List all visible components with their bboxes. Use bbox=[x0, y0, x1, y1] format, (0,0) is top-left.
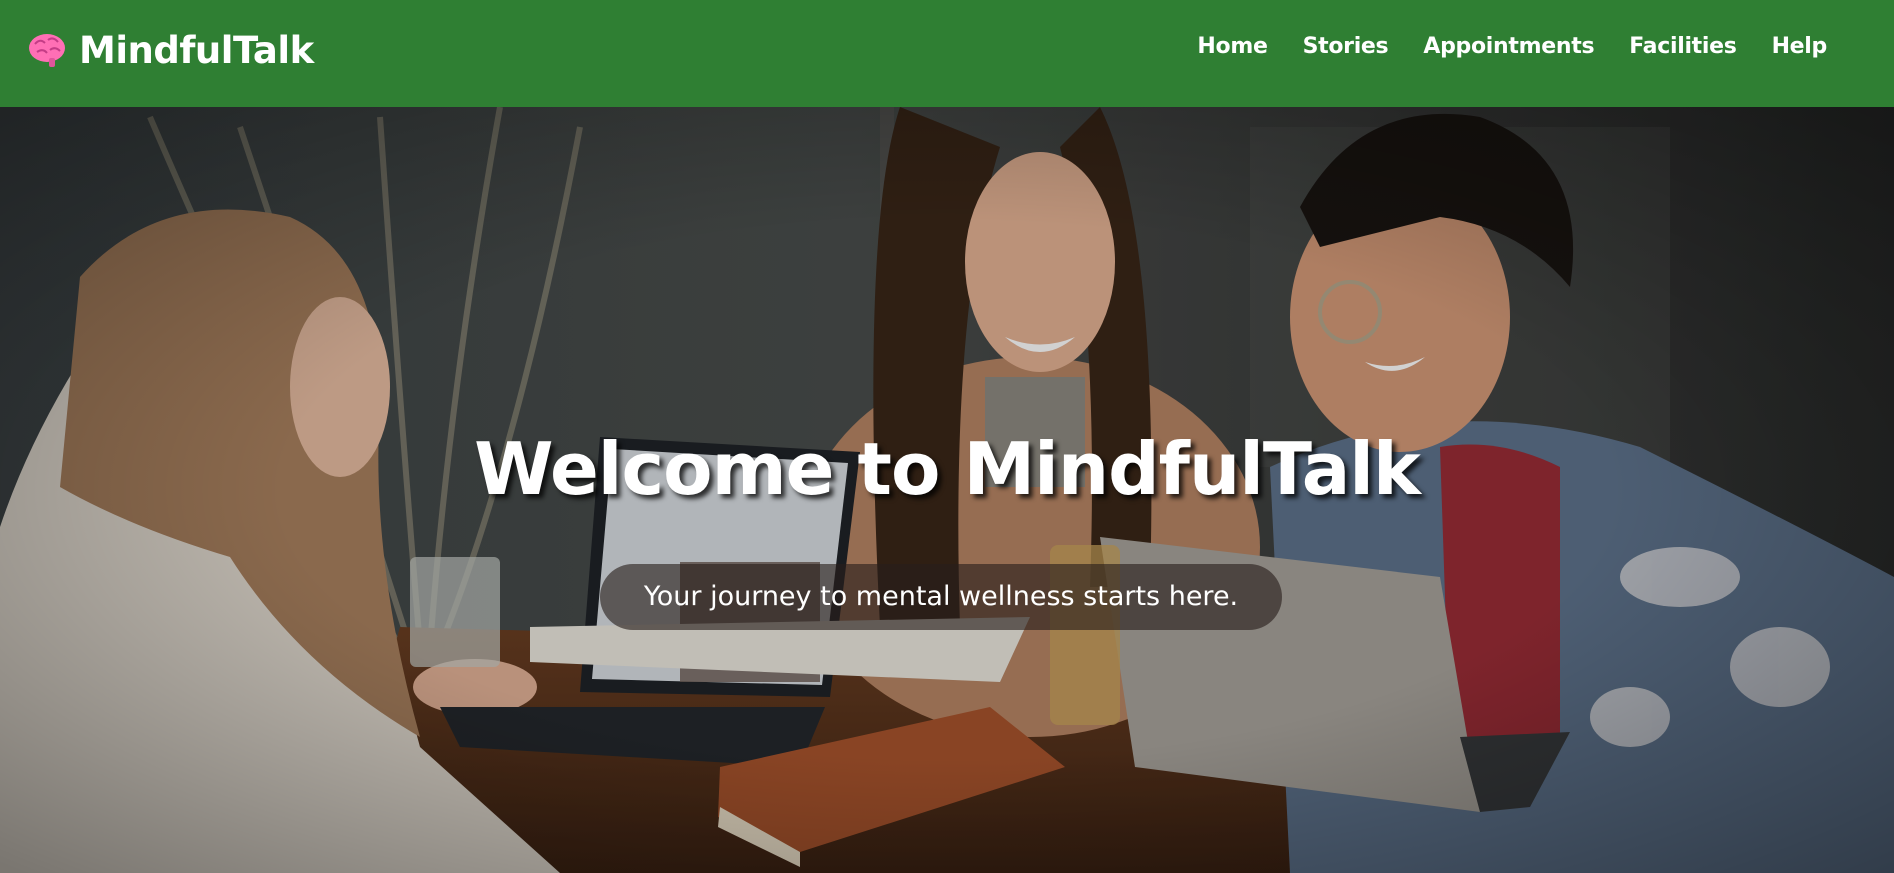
nav-appointments[interactable]: Appointments bbox=[1423, 34, 1594, 59]
nav-help[interactable]: Help bbox=[1772, 34, 1828, 59]
hero-banner: Welcome to MindfulTalk Your journey to m… bbox=[0, 107, 1894, 873]
top-navbar: MindfulTalk Home Stories Appointments Fa… bbox=[0, 0, 1894, 107]
nav-facilities[interactable]: Facilities bbox=[1629, 34, 1737, 59]
brain-icon bbox=[27, 30, 67, 70]
nav-stories[interactable]: Stories bbox=[1303, 34, 1389, 59]
brand-name: MindfulTalk bbox=[79, 28, 314, 72]
main-nav: Home Stories Appointments Facilities Hel… bbox=[1162, 34, 1827, 59]
hero-subtitle: Your journey to mental wellness starts h… bbox=[600, 564, 1282, 630]
nav-home[interactable]: Home bbox=[1197, 34, 1267, 59]
brand-logo[interactable]: MindfulTalk bbox=[27, 26, 314, 74]
hero-title: Welcome to MindfulTalk bbox=[474, 427, 1421, 511]
